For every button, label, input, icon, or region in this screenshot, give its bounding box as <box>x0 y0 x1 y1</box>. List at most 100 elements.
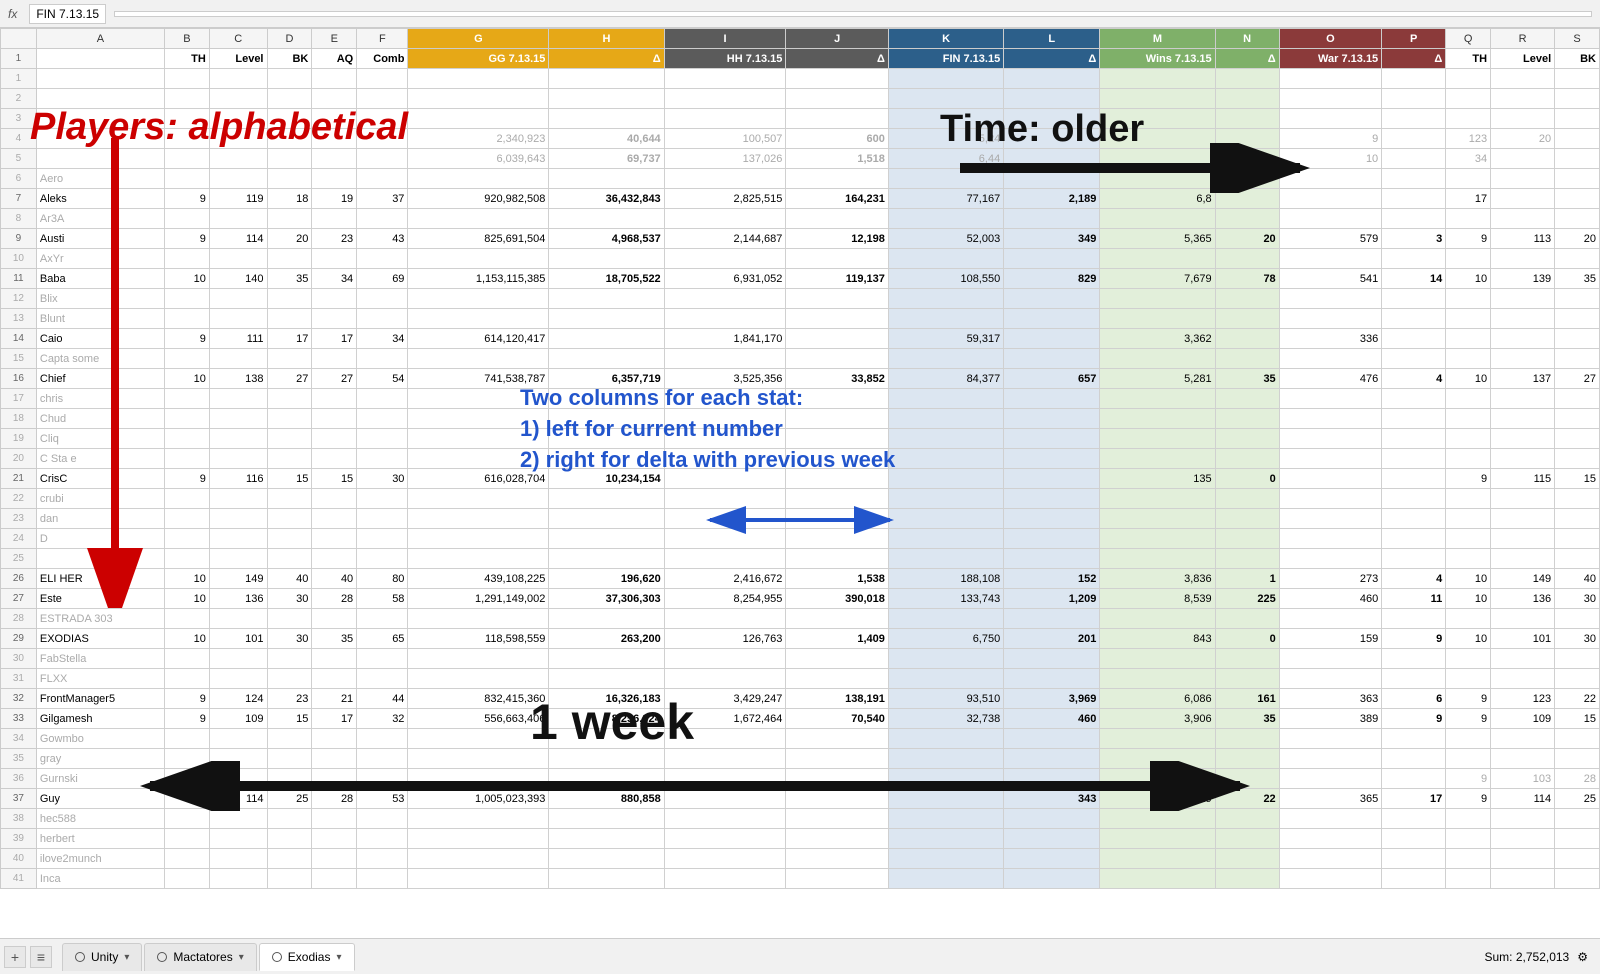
cell-M[interactable]: 135 <box>1100 469 1215 489</box>
cell-D[interactable]: 20 <box>267 229 312 249</box>
cell-S[interactable] <box>1555 149 1600 169</box>
cell-C[interactable] <box>209 389 267 409</box>
cell-P[interactable] <box>1382 349 1446 369</box>
table-row[interactable]: 39herbert <box>1 829 1600 849</box>
cell-P[interactable] <box>1382 109 1446 129</box>
cell-D[interactable] <box>267 349 312 369</box>
cell-L[interactable]: 152 <box>1004 569 1100 589</box>
cell-H[interactable]: 36,432,843 <box>549 189 664 209</box>
table-row[interactable]: 56,039,64369,737137,0261,5186,441034 <box>1 149 1600 169</box>
cell-C[interactable]: 136 <box>209 589 267 609</box>
cell-N[interactable] <box>1215 289 1279 309</box>
cell-P[interactable] <box>1382 169 1446 189</box>
cell-C[interactable] <box>209 609 267 629</box>
cell-A[interactable]: Gowmbo <box>36 729 164 749</box>
cell-O[interactable] <box>1279 829 1382 849</box>
cell-E[interactable] <box>312 449 357 469</box>
cell-F[interactable] <box>357 609 408 629</box>
cell-S[interactable] <box>1555 189 1600 209</box>
cell-G[interactable]: 741,538,787 <box>408 369 549 389</box>
cell-I[interactable] <box>664 69 786 89</box>
cell-D[interactable]: 18 <box>267 189 312 209</box>
cell-K[interactable]: 133,743 <box>888 589 1003 609</box>
cell-E[interactable]: 15 <box>312 469 357 489</box>
cell-B[interactable]: 9 <box>165 689 210 709</box>
cell-B[interactable] <box>165 769 210 789</box>
cell-B[interactable]: 9 <box>165 189 210 209</box>
table-row[interactable]: 19Cliq <box>1 429 1600 449</box>
cell-S[interactable] <box>1555 69 1600 89</box>
cell-M[interactable] <box>1100 749 1215 769</box>
cell-I[interactable] <box>664 809 786 829</box>
cell-R[interactable] <box>1491 169 1555 189</box>
cell-B[interactable] <box>165 69 210 89</box>
col-H-header[interactable]: H <box>549 29 664 49</box>
cell-P[interactable] <box>1382 449 1446 469</box>
cell-Q[interactable] <box>1446 89 1491 109</box>
cell-row_num[interactable]: 40 <box>1 849 37 869</box>
cell-C[interactable] <box>209 849 267 869</box>
cell-N[interactable] <box>1215 549 1279 569</box>
cell-row_num[interactable]: 12 <box>1 289 37 309</box>
cell-O[interactable]: 273 <box>1279 569 1382 589</box>
cell-G[interactable] <box>408 489 549 509</box>
cell-N[interactable]: 35 <box>1215 369 1279 389</box>
cell-R[interactable] <box>1491 409 1555 429</box>
cell-J[interactable] <box>786 409 889 429</box>
cell-K[interactable] <box>888 809 1003 829</box>
cell-J[interactable] <box>786 89 889 109</box>
cell-I[interactable] <box>664 169 786 189</box>
cell-J[interactable] <box>786 529 889 549</box>
tab-unity[interactable]: Unity ▾ <box>62 943 142 971</box>
cell-G[interactable] <box>408 769 549 789</box>
cell-E[interactable] <box>312 409 357 429</box>
cell-A[interactable] <box>36 69 164 89</box>
cell-O[interactable] <box>1279 669 1382 689</box>
cell-G[interactable] <box>408 669 549 689</box>
table-row[interactable]: 8Ar3A <box>1 209 1600 229</box>
cell-N[interactable] <box>1215 509 1279 529</box>
cell-row_num[interactable]: 5 <box>1 149 37 169</box>
cell-G[interactable] <box>408 529 549 549</box>
table-row[interactable]: 22crubi <box>1 489 1600 509</box>
cell-B[interactable] <box>165 649 210 669</box>
tab-mactatores-arrow[interactable]: ▾ <box>239 952 244 963</box>
cell-E[interactable] <box>312 109 357 129</box>
cell-F[interactable]: 32 <box>357 709 408 729</box>
cell-R[interactable] <box>1491 189 1555 209</box>
col-J-header[interactable]: J <box>786 29 889 49</box>
cell-A[interactable]: ESTRADA 303 <box>36 609 164 629</box>
cell-row_num[interactable]: 14 <box>1 329 37 349</box>
cell-K[interactable] <box>888 509 1003 529</box>
cell-row_num[interactable]: 22 <box>1 489 37 509</box>
cell-K[interactable]: 6,750 <box>888 629 1003 649</box>
cell-F[interactable] <box>357 849 408 869</box>
cell-B[interactable] <box>165 289 210 309</box>
cell-J[interactable] <box>786 609 889 629</box>
cell-O[interactable]: 460 <box>1279 589 1382 609</box>
cell-C[interactable] <box>209 349 267 369</box>
cell-R[interactable] <box>1491 309 1555 329</box>
cell-E[interactable] <box>312 769 357 789</box>
cell-N[interactable] <box>1215 209 1279 229</box>
cell-H[interactable]: 40,644 <box>549 129 664 149</box>
cell-D[interactable] <box>267 489 312 509</box>
cell-B[interactable] <box>165 749 210 769</box>
cell-G[interactable] <box>408 449 549 469</box>
cell-L[interactable] <box>1004 749 1100 769</box>
cell-S[interactable] <box>1555 169 1600 189</box>
cell-J[interactable]: 138,191 <box>786 689 889 709</box>
cell-M[interactable]: 8,539 <box>1100 589 1215 609</box>
cell-R[interactable] <box>1491 289 1555 309</box>
cell-row_num[interactable]: 25 <box>1 549 37 569</box>
table-row[interactable]: 26ELI HER10149404080439,108,225196,6202,… <box>1 569 1600 589</box>
cell-C[interactable]: 109 <box>209 709 267 729</box>
cell-P[interactable] <box>1382 89 1446 109</box>
cell-F[interactable] <box>357 649 408 669</box>
cell-G[interactable] <box>408 169 549 189</box>
cell-row_num[interactable]: 1 <box>1 69 37 89</box>
cell-N[interactable]: 225 <box>1215 589 1279 609</box>
formula-input[interactable] <box>114 11 1592 17</box>
cell-K[interactable] <box>888 309 1003 329</box>
cell-I[interactable] <box>664 449 786 469</box>
